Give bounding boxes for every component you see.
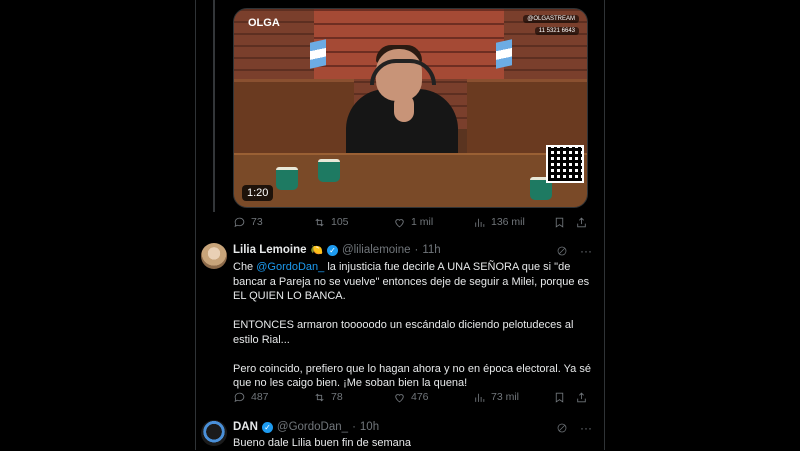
author-name[interactable]: DAN	[233, 421, 258, 433]
verified-icon: ✓	[326, 244, 338, 256]
lemon-emoji: 🍋	[310, 244, 323, 256]
separator-dot: ·	[414, 244, 419, 256]
more-options-button[interactable]: ···	[580, 421, 592, 435]
qr-code	[546, 145, 584, 183]
separator-dot: ·	[352, 421, 356, 433]
repost-count: 78	[331, 391, 343, 403]
like-icon	[395, 393, 404, 402]
like-button[interactable]: 1 mil	[393, 216, 433, 229]
like-icon	[395, 218, 404, 227]
reply-count: 73	[251, 216, 263, 228]
view-count: 73 mil	[491, 391, 520, 403]
tweet-text: Bueno dale Lilia buen fin de semana	[233, 437, 411, 449]
views-icon	[475, 393, 485, 402]
tweet-paragraph: Che @GordoDan_ la injusticia fue decirle…	[233, 260, 593, 304]
video-person-hands	[394, 94, 414, 122]
author-name[interactable]: Lilia Lemoine	[233, 244, 307, 256]
tweet-header: Lilia Lemoine 🍋 ✓ @lilialemoine · 11h	[233, 244, 441, 256]
mug	[318, 159, 340, 182]
timeline-left-border	[195, 0, 196, 450]
tweet-actions-bar: 487 78 476 73 mil	[233, 387, 588, 407]
verified-icon: ✓	[261, 421, 273, 433]
bookmark-button[interactable]	[553, 216, 566, 229]
avatar[interactable]	[201, 243, 227, 269]
share-button[interactable]	[575, 216, 588, 229]
bookmark-icon	[555, 392, 564, 403]
reply-icon	[234, 392, 245, 402]
bookmark-icon	[555, 217, 564, 228]
grok-icon[interactable]	[556, 422, 568, 434]
mention-link[interactable]: @GordoDan_	[256, 261, 324, 273]
reply-count: 487	[251, 391, 269, 403]
reply-button[interactable]: 73	[233, 216, 263, 229]
tweet-text: Che @GordoDan_ la injusticia fue decirle…	[233, 260, 593, 391]
tweet-text-prefix: Che	[233, 261, 257, 273]
like-count: 476	[411, 391, 429, 403]
stream-phone-tag: 11 5321 6643	[534, 27, 579, 35]
view-count: 136 mil	[491, 216, 525, 228]
reply-button[interactable]: 487	[233, 391, 269, 404]
views-icon	[475, 218, 485, 227]
repost-button[interactable]: 105	[313, 216, 349, 229]
timestamp[interactable]: 11h	[422, 244, 440, 256]
repost-icon	[315, 393, 324, 401]
tweet-actions-bar: 73 105 1 mil 136 mil	[233, 212, 588, 232]
argentina-flag	[310, 39, 326, 69]
grok-icon[interactable]	[556, 245, 568, 257]
views-button[interactable]: 73 mil	[473, 391, 519, 404]
like-count: 1 mil	[411, 216, 434, 228]
tweet-paragraph: ENTONCES armaron tooooodo un escándalo d…	[233, 319, 574, 346]
views-button[interactable]: 136 mil	[473, 216, 525, 229]
video-player[interactable]: OLGA @OLGASTREAM 11 5321 6643 1:20	[233, 8, 588, 208]
timeline-right-border	[604, 0, 605, 450]
tweet-header: DAN ✓ @GordoDan_ · 10h	[233, 421, 379, 433]
repost-count: 105	[331, 216, 349, 228]
share-button[interactable]	[575, 391, 588, 404]
thread-connector-line	[213, 0, 215, 212]
share-icon	[577, 217, 586, 227]
more-options-button[interactable]: ···	[580, 244, 592, 258]
author-handle[interactable]: @lilialemoine	[342, 244, 411, 256]
avatar[interactable]	[201, 420, 227, 446]
stream-logo: OLGA	[248, 17, 280, 29]
reply-icon	[234, 217, 245, 227]
share-icon	[577, 392, 586, 402]
like-button[interactable]: 476	[393, 391, 429, 404]
argentina-flag	[496, 39, 512, 69]
repost-icon	[315, 218, 324, 226]
mug	[276, 167, 298, 190]
video-duration: 1:20	[242, 185, 274, 201]
tweet-tools: ···	[556, 421, 592, 435]
stream-handle-tag: @OLGASTREAM	[523, 15, 579, 23]
tweet-tools: ···	[556, 244, 592, 258]
repost-button[interactable]: 78	[313, 391, 343, 404]
timestamp[interactable]: 10h	[360, 421, 379, 433]
author-handle[interactable]: @GordoDan_	[277, 421, 348, 433]
bookmark-button[interactable]	[553, 391, 566, 404]
